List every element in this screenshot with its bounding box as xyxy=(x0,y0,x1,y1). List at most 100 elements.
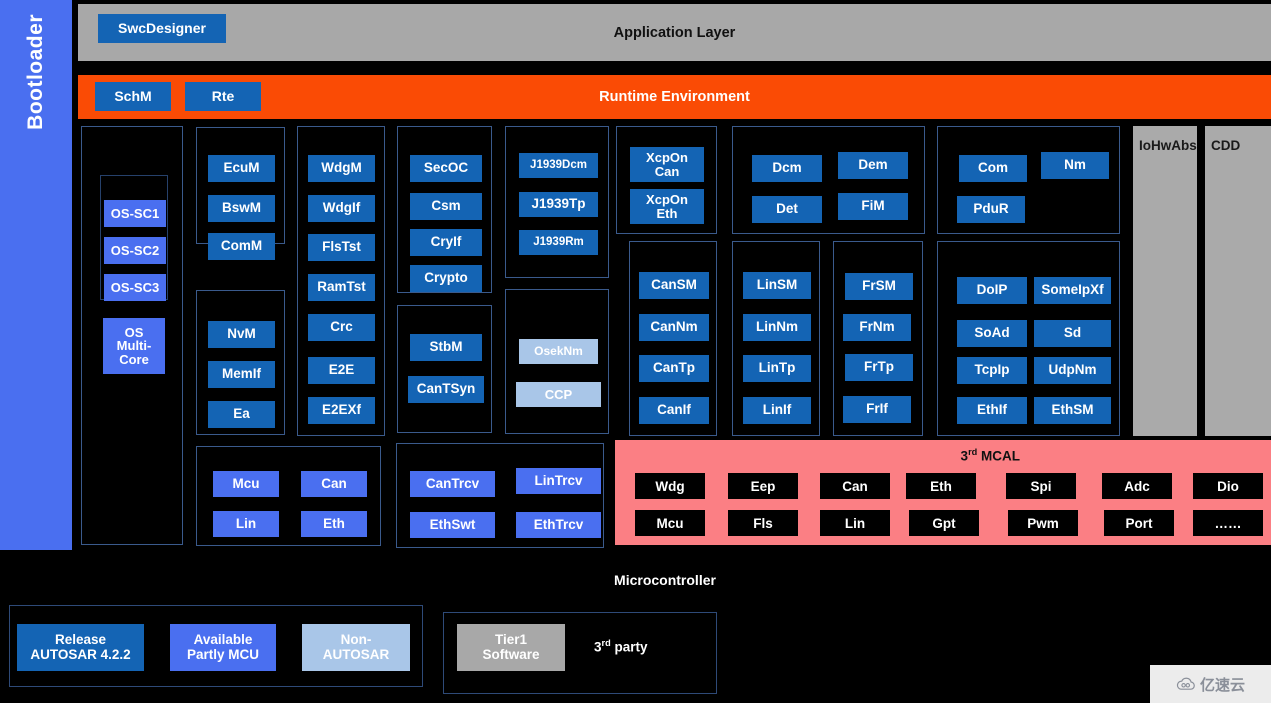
mcu-driver-chip[interactable]: Mcu xyxy=(213,471,279,497)
mcal-port-box[interactable]: Port xyxy=(1104,510,1174,536)
legend-release-line2: AUTOSAR 4.2.2 xyxy=(30,646,131,662)
ecu-mode-group: EcuM BswM ComM xyxy=(196,127,285,260)
crypto-chip[interactable]: Crypto xyxy=(410,265,482,292)
os-sc2-chip[interactable]: OS-SC2 xyxy=(104,237,166,264)
runtime-environment-title: Runtime Environment xyxy=(599,89,750,105)
doip-chip[interactable]: DoIP xyxy=(957,277,1027,304)
os-sc3-chip[interactable]: OS-SC3 xyxy=(104,274,166,301)
stbm-chip[interactable]: StbM xyxy=(410,334,482,361)
linif-chip[interactable]: LinIf xyxy=(743,397,811,424)
xcponeth-chip[interactable]: XcpOn Eth xyxy=(630,189,704,224)
ea-chip[interactable]: Ea xyxy=(208,401,275,428)
cannm-chip[interactable]: CanNm xyxy=(639,314,709,341)
linsm-chip[interactable]: LinSM xyxy=(743,272,811,299)
xcp-group: XcpOn Can XcpOn Eth xyxy=(616,126,717,234)
mcal-lin-box[interactable]: Lin xyxy=(820,510,890,536)
nvm-chip[interactable]: NvM xyxy=(208,321,275,348)
lintrcv-chip[interactable]: LinTrcv xyxy=(516,468,601,494)
oseknm-chip[interactable]: OsekNm xyxy=(519,339,598,364)
ethtrcv-chip[interactable]: EthTrcv xyxy=(516,512,601,538)
csm-chip[interactable]: Csm xyxy=(410,193,482,220)
mcal-can-box[interactable]: Can xyxy=(820,473,890,499)
xcponcan-chip[interactable]: XcpOn Can xyxy=(630,147,704,182)
memory-group: NvM MemIf Ea xyxy=(196,290,285,435)
mcal-pwm-box[interactable]: Pwm xyxy=(1008,510,1078,536)
mcal-fls-box[interactable]: Fls xyxy=(728,510,798,536)
frsm-chip[interactable]: FrSM xyxy=(845,273,913,300)
cdd-column: CDD xyxy=(1205,126,1271,436)
j1939tp-chip[interactable]: J1939Tp xyxy=(519,192,598,217)
mcal-adc-box[interactable]: Adc xyxy=(1102,473,1172,499)
memif-chip[interactable]: MemIf xyxy=(208,361,275,388)
ramtst-chip[interactable]: RamTst xyxy=(308,274,375,301)
lintp-chip[interactable]: LinTp xyxy=(743,355,811,382)
time-sync-group: StbM CanTSyn xyxy=(397,305,492,433)
lin-stack-group: LinSM LinNm LinTp LinIf xyxy=(732,241,820,436)
mcal-gpt-box[interactable]: Gpt xyxy=(909,510,979,536)
lin-driver-chip[interactable]: Lin xyxy=(213,511,279,537)
frnm-chip[interactable]: FrNm xyxy=(843,314,911,341)
mcal-dio-box[interactable]: Dio xyxy=(1193,473,1263,499)
legend-parties-box: Tier1 Software 3rd party xyxy=(443,612,717,694)
eth-driver-chip[interactable]: Eth xyxy=(301,511,367,537)
j1939rm-chip[interactable]: J1939Rm xyxy=(519,230,598,255)
com-chip[interactable]: Com xyxy=(959,155,1027,182)
os-sc1-chip[interactable]: OS-SC1 xyxy=(104,200,166,227)
ccp-chip[interactable]: CCP xyxy=(516,382,601,407)
wdgif-chip[interactable]: WdgIf xyxy=(308,195,375,222)
cryif-chip[interactable]: CryIf xyxy=(410,229,482,256)
watermark: 亿速云 xyxy=(1150,665,1271,703)
os-multicore-chip[interactable]: OS Multi- Core xyxy=(103,318,165,374)
cantrcv-chip[interactable]: CanTrcv xyxy=(410,471,495,497)
com-group: Com Nm PduR xyxy=(937,126,1120,234)
nm-chip[interactable]: Nm xyxy=(1041,152,1109,179)
ecum-chip[interactable]: EcuM xyxy=(208,155,275,182)
det-chip[interactable]: Det xyxy=(752,196,822,223)
legend-release-line1: Release xyxy=(54,632,107,648)
mcal-ellipsis-box[interactable]: …… xyxy=(1193,510,1263,536)
pdur-chip[interactable]: PduR xyxy=(957,196,1025,223)
non-autosar-nm-group: OsekNm CCP xyxy=(505,289,609,434)
os-column: OS-SC1 OS-SC2 OS-SC3 OS Multi- Core xyxy=(81,126,183,545)
mcal-mcu-box[interactable]: Mcu xyxy=(635,510,705,536)
flexray-stack-group: FrSM FrNm FrTp FrIf xyxy=(833,241,923,436)
mcal-spi-box[interactable]: Spi xyxy=(1006,473,1076,499)
someipxf-chip[interactable]: SomeIpXf xyxy=(1034,277,1111,304)
crc-chip[interactable]: Crc xyxy=(308,314,375,341)
tcpip-chip[interactable]: TcpIp xyxy=(957,357,1027,384)
cantp-chip[interactable]: CanTp xyxy=(639,355,709,382)
comm-chip[interactable]: ComM xyxy=(208,233,275,260)
fim-chip[interactable]: FiM xyxy=(838,193,908,220)
secoc-chip[interactable]: SecOC xyxy=(410,155,482,182)
mcal-eep-box[interactable]: Eep xyxy=(728,473,798,499)
dem-chip[interactable]: Dem xyxy=(838,152,908,179)
can-driver-chip[interactable]: Can xyxy=(301,471,367,497)
os-multicore-line1: OS xyxy=(124,324,144,340)
ethif-chip[interactable]: EthIf xyxy=(957,397,1027,424)
xcponcan-line1: XcpOn xyxy=(646,149,688,165)
wdgm-chip[interactable]: WdgM xyxy=(308,155,375,182)
xcponcan-line2: Can xyxy=(654,163,680,179)
cantsyn-chip[interactable]: CanTSyn xyxy=(408,376,484,403)
frif-chip[interactable]: FrIf xyxy=(843,396,911,423)
flstst-chip[interactable]: FlsTst xyxy=(308,234,375,261)
mcal-eth-box[interactable]: Eth xyxy=(906,473,976,499)
soad-chip[interactable]: SoAd xyxy=(957,320,1027,347)
cansm-chip[interactable]: CanSM xyxy=(639,272,709,299)
j1939dcm-chip[interactable]: J1939Dcm xyxy=(519,153,598,178)
xcponeth-line2: Eth xyxy=(656,205,678,221)
frtp-chip[interactable]: FrTp xyxy=(845,354,913,381)
bswm-chip[interactable]: BswM xyxy=(208,195,275,222)
e2exf-chip[interactable]: E2EXf xyxy=(308,397,375,424)
dcm-chip[interactable]: Dcm xyxy=(752,155,822,182)
ethswt-chip[interactable]: EthSwt xyxy=(410,512,495,538)
udpnm-chip[interactable]: UdpNm xyxy=(1034,357,1111,384)
e2e-chip[interactable]: E2E xyxy=(308,357,375,384)
linnm-chip[interactable]: LinNm xyxy=(743,314,811,341)
canif-chip[interactable]: CanIf xyxy=(639,397,709,424)
sd-chip[interactable]: Sd xyxy=(1034,320,1111,347)
ethsm-chip[interactable]: EthSM xyxy=(1034,397,1111,424)
legend-nonautosar-line2: AUTOSAR xyxy=(322,646,390,662)
mcal-wdg-box[interactable]: Wdg xyxy=(635,473,705,499)
application-layer-title: Application Layer xyxy=(613,24,736,41)
